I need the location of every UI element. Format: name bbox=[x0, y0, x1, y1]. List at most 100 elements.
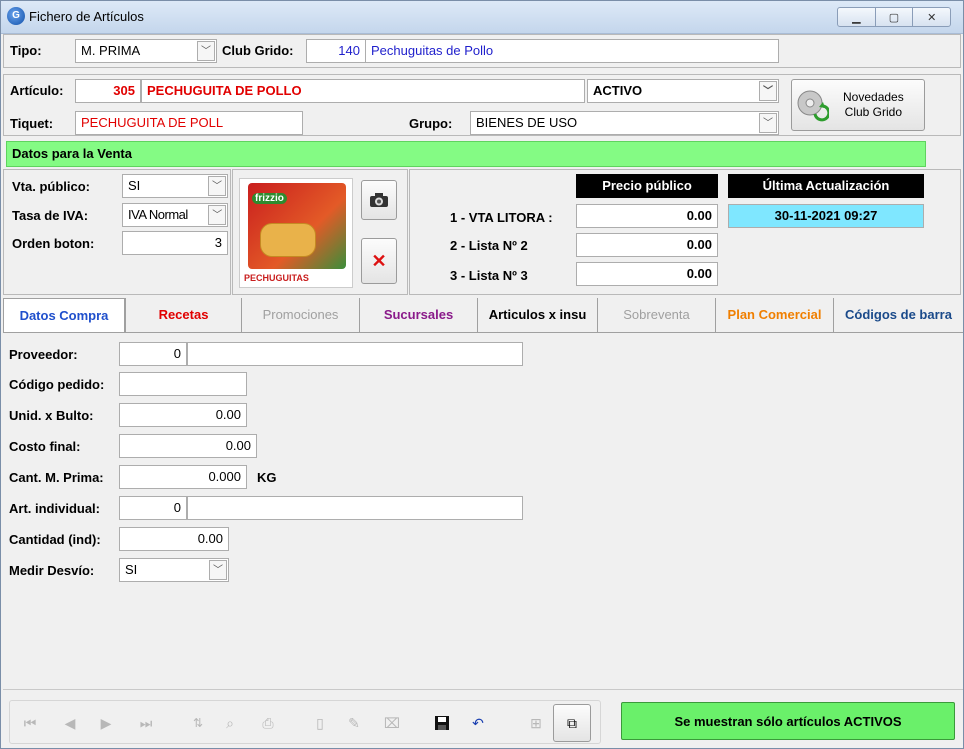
close-button[interactable]: ✕ bbox=[913, 8, 950, 26]
product-image-text: PECHUGUITAS bbox=[244, 273, 309, 283]
close-icon: ✕ bbox=[371, 250, 387, 271]
tab-codigos-de-barra[interactable]: Códigos de barra bbox=[833, 298, 963, 333]
tipo-select[interactable]: M. PRIMA ﹀ bbox=[75, 39, 217, 63]
novedades-button[interactable]: Novedades Club Grido bbox=[791, 79, 925, 131]
iva-value: IVA Normal bbox=[128, 207, 188, 222]
minimize-button[interactable]: ▁ bbox=[838, 8, 876, 26]
tiquet-label: Tiquet: bbox=[10, 116, 54, 131]
undo-icon[interactable]: ↶ bbox=[467, 712, 489, 734]
find-icon[interactable]: ⌕ bbox=[219, 712, 241, 734]
tiquet-field[interactable]: PECHUGUITA DE POLL bbox=[75, 111, 303, 135]
disc-refresh-icon bbox=[797, 90, 829, 122]
article-panel: Artículo: 305 PECHUGUITA DE POLLO ACTIVO… bbox=[3, 74, 961, 136]
edit-record-icon[interactable]: ✎ bbox=[343, 712, 365, 734]
cant-mprima-field[interactable]: 0.000 bbox=[119, 465, 247, 489]
venta-prices-panel: Precio público Última Actualización 30-1… bbox=[409, 169, 961, 295]
product-image: frizzio PECHUGUITAS bbox=[239, 178, 353, 288]
maximize-icon: ▢ bbox=[888, 11, 900, 24]
product-brand: frizzio bbox=[252, 193, 287, 204]
articulo-label: Artículo: bbox=[10, 83, 64, 98]
vta-publico-label: Vta. público: bbox=[12, 179, 90, 194]
codigo-pedido-field[interactable] bbox=[119, 372, 247, 396]
status-select[interactable]: ACTIVO ﹀ bbox=[587, 79, 779, 103]
camera-button[interactable] bbox=[361, 180, 397, 220]
medir-desvio-label: Medir Desvío: bbox=[9, 563, 95, 578]
last-record-icon[interactable]: ⏭ bbox=[135, 712, 157, 734]
window-title: Fichero de Artículos bbox=[29, 9, 144, 24]
club-code-field[interactable]: 140 bbox=[306, 39, 366, 63]
cantidad-ind-field[interactable]: 0.00 bbox=[119, 527, 229, 551]
iva-label: Tasa de IVA: bbox=[12, 208, 89, 223]
camera-icon bbox=[370, 193, 388, 207]
vta-publico-select[interactable]: SI ﹀ bbox=[122, 174, 228, 198]
costo-final-field[interactable]: 0.00 bbox=[119, 434, 257, 458]
chevron-down-icon: ﹀ bbox=[208, 176, 226, 196]
maximize-button[interactable]: ▢ bbox=[876, 8, 914, 26]
vta-publico-value: SI bbox=[128, 178, 141, 193]
codigo-pedido-label: Código pedido: bbox=[9, 377, 105, 392]
app-icon: G bbox=[7, 7, 25, 25]
minimize-icon: ▁ bbox=[852, 11, 861, 24]
close-icon: ✕ bbox=[927, 11, 937, 24]
bottom-toolbar: ⏮ ◀ ▶ ⏭ ⇅ ⌕ ⎙ ▯ ✎ ⌧ ↶ ⊞ ⧉ Se muestran só… bbox=[3, 689, 963, 747]
grupo-label: Grupo: bbox=[409, 116, 453, 131]
tab-plan-comercial[interactable]: Plan Comercial bbox=[715, 298, 833, 333]
novedades-line2: Club Grido bbox=[844, 105, 903, 119]
chevron-down-icon: ﹀ bbox=[759, 81, 777, 101]
medir-desvio-value: SI bbox=[125, 562, 138, 577]
iva-select[interactable]: IVA Normal ﹀ bbox=[122, 203, 228, 227]
delete-record-icon[interactable]: ⌧ bbox=[381, 712, 403, 734]
price-list-1-field[interactable]: 0.00 bbox=[576, 204, 718, 228]
chevron-down-icon: ﹀ bbox=[197, 41, 215, 61]
price-list-3-field[interactable]: 0.00 bbox=[576, 262, 718, 286]
tab-sobreventa[interactable]: Sobreventa bbox=[597, 298, 715, 333]
cantidad-ind-label: Cantidad (ind): bbox=[9, 532, 101, 547]
cant-mprima-unit: KG bbox=[257, 470, 277, 485]
price-list-1-label: 1 - VTA LITORA : bbox=[450, 210, 553, 225]
art-individual-code-field[interactable]: 0 bbox=[119, 496, 187, 520]
article-code-field[interactable]: 305 bbox=[75, 79, 141, 103]
copy-icon: ⧉ bbox=[567, 714, 577, 731]
tab-recetas[interactable]: Recetas bbox=[125, 298, 241, 333]
tab-datos-compra[interactable]: Datos Compra bbox=[3, 298, 125, 334]
print-icon[interactable]: ⎙ bbox=[257, 712, 279, 734]
first-record-icon[interactable]: ⏮ bbox=[19, 712, 41, 734]
filter-icon[interactable]: ⊞ bbox=[525, 712, 547, 734]
orden-label: Orden boton: bbox=[12, 236, 95, 251]
next-record-icon[interactable]: ▶ bbox=[95, 712, 117, 734]
section-venta-title: Datos para la Venta bbox=[6, 141, 926, 167]
costo-final-label: Costo final: bbox=[9, 439, 81, 454]
price-list-2-field[interactable]: 0.00 bbox=[576, 233, 718, 257]
tab-sucursales[interactable]: Sucursales bbox=[359, 298, 477, 333]
tipo-label: Tipo: bbox=[10, 43, 42, 58]
previous-record-icon[interactable]: ◀ bbox=[59, 712, 81, 734]
chevron-down-icon: ﹀ bbox=[759, 113, 777, 133]
unid-bulto-field[interactable]: 0.00 bbox=[119, 403, 247, 427]
copy-button[interactable]: ⧉ bbox=[553, 704, 591, 742]
active-filter-button[interactable]: Se muestran sólo artículos ACTIVOS bbox=[621, 702, 955, 740]
actualizacion-field: 30-11-2021 09:27 bbox=[728, 204, 924, 228]
price-list-2-label: 2 - Lista Nº 2 bbox=[450, 238, 528, 253]
proveedor-label: Proveedor: bbox=[9, 347, 78, 362]
sort-icon[interactable]: ⇅ bbox=[187, 712, 209, 734]
save-icon[interactable] bbox=[431, 712, 453, 734]
art-individual-name-field[interactable] bbox=[187, 496, 523, 520]
tab-strip: Datos Compra Recetas Promociones Sucursa… bbox=[3, 298, 963, 334]
tab-articulos-x-insu[interactable]: Articulos x insu bbox=[477, 298, 597, 333]
club-name-field[interactable]: Pechuguitas de Pollo bbox=[365, 39, 779, 63]
orden-field[interactable]: 3 bbox=[122, 231, 228, 255]
status-value: ACTIVO bbox=[593, 83, 643, 98]
tab-promociones[interactable]: Promociones bbox=[241, 298, 359, 333]
chevron-down-icon: ﹀ bbox=[209, 560, 227, 580]
medir-desvio-select[interactable]: SI ﹀ bbox=[119, 558, 229, 582]
proveedor-code-field[interactable]: 0 bbox=[119, 342, 187, 366]
venta-image-panel: frizzio PECHUGUITAS ✕ bbox=[232, 169, 408, 295]
actualizacion-header: Última Actualización bbox=[728, 174, 924, 198]
article-name-field[interactable]: PECHUGUITA DE POLLO bbox=[141, 79, 585, 103]
proveedor-name-field[interactable] bbox=[187, 342, 523, 366]
delete-image-button[interactable]: ✕ bbox=[361, 238, 397, 284]
venta-panel-left: Vta. público: SI ﹀ Tasa de IVA: IVA Norm… bbox=[3, 169, 231, 295]
new-record-icon[interactable]: ▯ bbox=[309, 712, 331, 734]
header-panel: Tipo: M. PRIMA ﹀ Club Grido: 140 Pechugu… bbox=[3, 34, 961, 68]
grupo-select[interactable]: BIENES DE USO ﹀ bbox=[470, 111, 779, 135]
